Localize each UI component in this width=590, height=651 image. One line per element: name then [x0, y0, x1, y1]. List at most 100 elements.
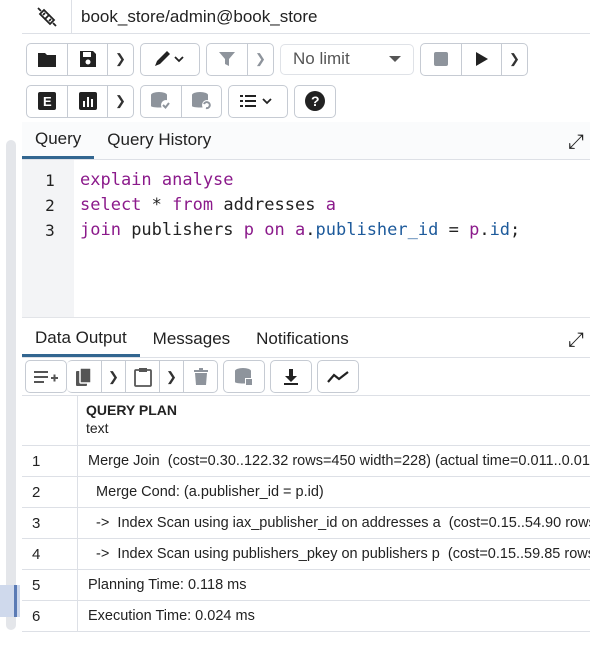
query-plan-cell[interactable]: -> Index Scan using iax_publisher_id on …: [78, 508, 590, 538]
explain-icon: E: [38, 92, 56, 110]
tab-messages[interactable]: Messages: [140, 321, 243, 357]
svg-text:?: ?: [311, 93, 320, 109]
filter-options-dropdown[interactable]: ❯: [247, 43, 273, 75]
save-options-dropdown[interactable]: ❯: [107, 43, 133, 75]
row-number[interactable]: 2: [22, 477, 78, 507]
rollback-button[interactable]: [181, 85, 221, 117]
explain-options-dropdown[interactable]: ❯: [107, 85, 133, 117]
row-limit-select[interactable]: No limit: [280, 43, 414, 75]
tab-query-history[interactable]: Query History: [94, 121, 224, 159]
row-number[interactable]: 1: [22, 446, 78, 476]
column-name: QUERY PLAN: [86, 402, 178, 418]
connection-icon[interactable]: [22, 0, 72, 34]
stop-icon: [434, 52, 448, 66]
clipboard-icon: [133, 367, 152, 387]
add-row-icon: [34, 370, 58, 383]
folder-icon: [38, 52, 56, 67]
execute-options-dropdown[interactable]: ❯: [501, 43, 527, 75]
sql-editor[interactable]: 1 2 3 explain analyse select * from addr…: [22, 160, 590, 318]
file-group: ❯: [26, 42, 134, 76]
explain-button[interactable]: E: [27, 86, 67, 117]
table-row[interactable]: 3 -> Index Scan using iax_publisher_id o…: [22, 508, 590, 539]
table-row[interactable]: 6 Execution Time: 0.024 ms: [22, 601, 590, 632]
help-button[interactable]: ?: [295, 86, 335, 117]
copy-options-dropdown[interactable]: ❯: [101, 361, 125, 392]
list-icon: [240, 95, 272, 107]
query-plan-cell[interactable]: Merge Join (cost=0.30..122.32 rows=450 w…: [78, 446, 590, 476]
expand-icon[interactable]: ⤢: [568, 131, 584, 154]
stop-button[interactable]: [421, 44, 461, 75]
copy-paste-group: ❯ ❯: [67, 360, 218, 393]
execute-button[interactable]: [461, 43, 501, 75]
explain-analyze-button[interactable]: [67, 85, 107, 117]
save-file-button[interactable]: [67, 43, 107, 75]
column-header-query-plan[interactable]: QUERY PLAN text: [78, 396, 177, 445]
macros-group: [228, 84, 288, 118]
save-icon: [79, 51, 96, 67]
row-limit-value: No limit: [293, 49, 350, 68]
left-scrollbar[interactable]: [6, 140, 16, 630]
chevron-down-icon: ❯: [509, 51, 520, 66]
copy-icon: [76, 366, 92, 386]
help-icon: ?: [305, 91, 325, 111]
query-plan-cell[interactable]: Merge Cond: (a.publisher_id = p.id): [78, 477, 590, 507]
caret-down-icon: [389, 56, 401, 62]
editor-tabs: Query Query History ⤢: [22, 122, 590, 160]
transaction-group: [140, 84, 222, 118]
play-icon: [475, 52, 488, 66]
row-number[interactable]: 3: [22, 508, 78, 538]
chevron-down-icon: ❯: [255, 51, 266, 66]
line-number: 3: [45, 221, 55, 240]
graph-visualiser-button[interactable]: [318, 361, 358, 392]
line-chart-icon: [327, 370, 349, 383]
query-plan-cell[interactable]: Execution Time: 0.024 ms: [78, 601, 590, 631]
svg-text:E: E: [43, 94, 52, 109]
copy-button[interactable]: [67, 361, 101, 392]
result-toolbar: ❯ ❯: [22, 358, 590, 396]
row-edit-group: [25, 360, 67, 393]
left-selection-marker: [0, 585, 20, 617]
open-file-button[interactable]: [27, 44, 67, 75]
row-number[interactable]: 6: [22, 601, 78, 631]
filter-group: ❯: [206, 42, 274, 76]
connection-bar: book_store/admin@book_store: [22, 0, 590, 34]
tab-data-output[interactable]: Data Output: [22, 321, 140, 357]
edit-button[interactable]: [141, 44, 199, 75]
tab-notifications[interactable]: Notifications: [243, 321, 362, 357]
connection-title[interactable]: book_store/admin@book_store: [72, 7, 318, 27]
paste-options-dropdown[interactable]: ❯: [159, 361, 183, 392]
chevron-down-icon: ❯: [166, 368, 177, 384]
row-number[interactable]: 5: [22, 570, 78, 600]
add-row-button[interactable]: [26, 361, 66, 392]
query-plan-cell[interactable]: -> Index Scan using publishers_pkey on p…: [78, 539, 590, 569]
expand-icon[interactable]: ⤢: [568, 329, 584, 352]
table-row[interactable]: 5 Planning Time: 0.118 ms: [22, 570, 590, 601]
query-plan-cell[interactable]: Planning Time: 0.118 ms: [78, 570, 590, 600]
save-data-button[interactable]: [224, 361, 264, 392]
download-button[interactable]: [271, 361, 311, 392]
line-number: 1: [45, 171, 55, 190]
query-toolbar-top: ❯ ❯ No limit ❯: [22, 39, 590, 79]
row-number[interactable]: 4: [22, 539, 78, 569]
save-data-group: [223, 360, 265, 393]
paste-button[interactable]: [125, 361, 159, 392]
macros-button[interactable]: [229, 86, 287, 117]
table-row[interactable]: 1 Merge Join (cost=0.30..122.32 rows=450…: [22, 446, 590, 477]
line-number-gutter: 1 2 3: [22, 160, 74, 317]
commit-button[interactable]: [141, 86, 181, 117]
code-line: join publishers p on a.publisher_id = p.…: [80, 220, 521, 240]
table-row[interactable]: 2 Merge Cond: (a.publisher_id = p.id): [22, 477, 590, 508]
result-grid: QUERY PLAN text 1 Merge Join (cost=0.30.…: [22, 396, 590, 632]
code-area[interactable]: explain analyse select * from addresses …: [74, 160, 590, 317]
table-row[interactable]: 4 -> Index Scan using publishers_pkey on…: [22, 539, 590, 570]
tab-query[interactable]: Query: [22, 121, 95, 159]
help-group: ?: [294, 84, 336, 118]
database-check-icon: [151, 92, 171, 110]
line-number: 2: [45, 196, 55, 215]
download-group: [270, 360, 312, 393]
chevron-down-icon: ❯: [108, 368, 119, 384]
filter-button[interactable]: [207, 44, 247, 75]
delete-button[interactable]: [183, 361, 217, 392]
explain-group: E ❯: [26, 84, 134, 118]
row-number-header[interactable]: [22, 396, 78, 445]
